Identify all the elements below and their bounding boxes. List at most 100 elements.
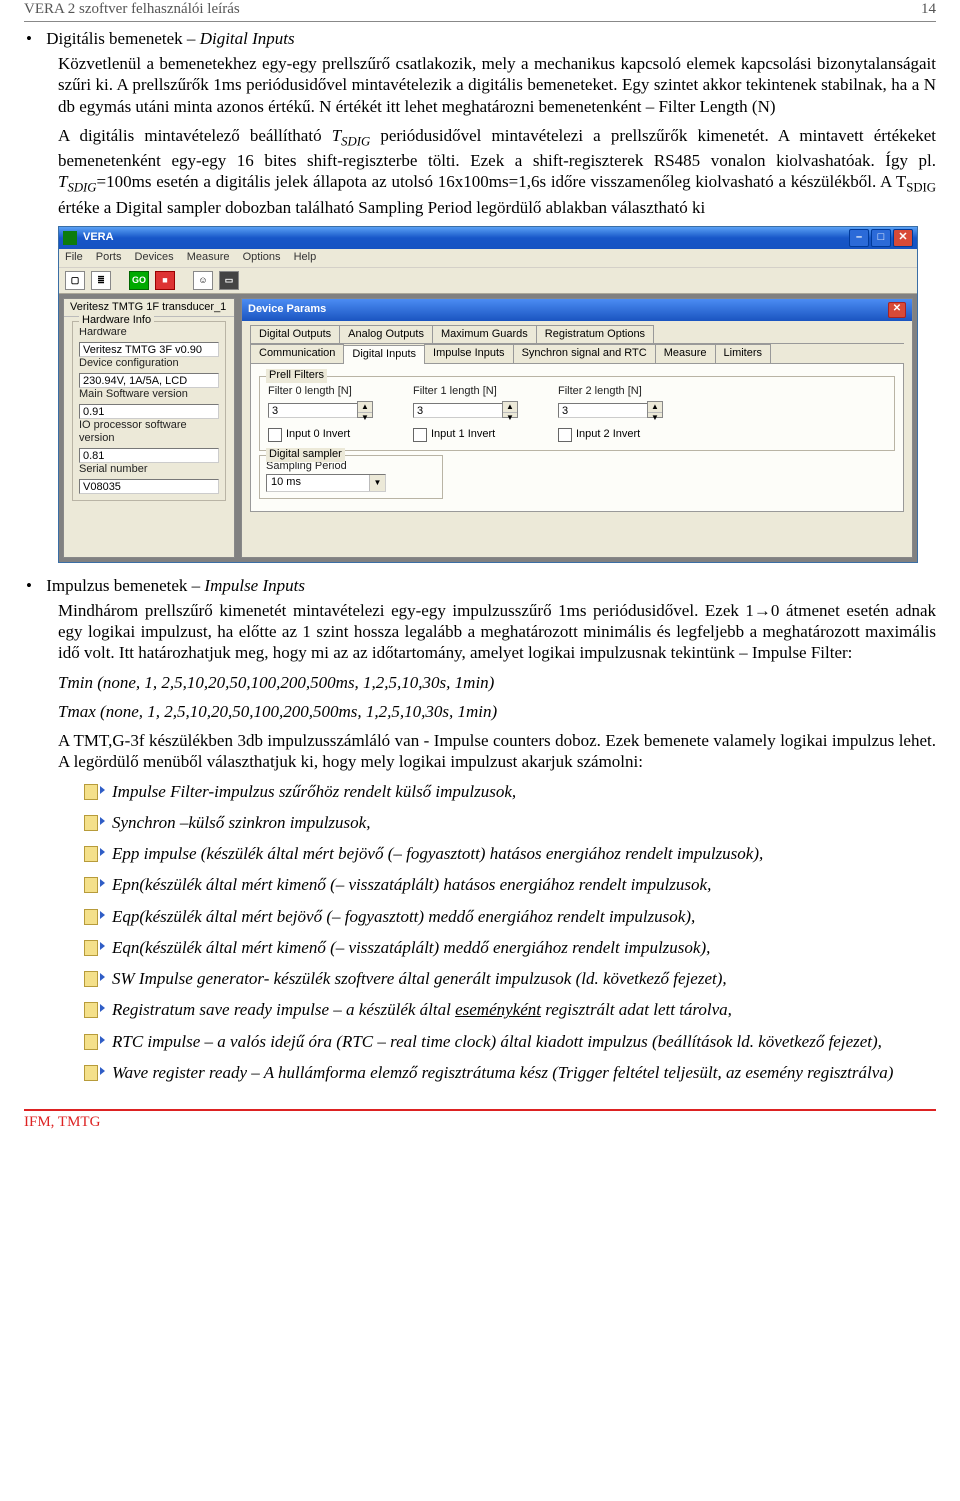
spinner-buttons[interactable]: ▲▼ — [647, 401, 663, 418]
checkbox-label: Input 1 Invert — [431, 428, 495, 442]
list-item: Wave register ready – A hullámforma elem… — [84, 1062, 936, 1083]
list-text: Registratum save ready impulse – a készü… — [112, 999, 732, 1020]
list-item: SW Impulse generator- készülék szoftvere… — [84, 968, 936, 989]
filter-2: Filter 2 length [N] 3 ▲▼ Input 2 Invert — [558, 385, 663, 442]
filter1-value[interactable]: 3 — [413, 403, 503, 418]
arrow-doc-icon — [84, 815, 102, 829]
para-tmin: Tmin (none, 1, 2,5,10,20,50,100,200,500m… — [58, 672, 936, 693]
text: értéke a Digital sampler dobozban találh… — [58, 198, 705, 217]
bullet-title-italic: Impulse Inputs — [204, 576, 305, 595]
app-icon — [63, 231, 77, 245]
para-impulse-1: Mindhárom prellszűrő kimenetét mintavéte… — [58, 600, 936, 664]
tab-limiters[interactable]: Limiters — [715, 344, 772, 363]
filter1-spinner[interactable]: 3 ▲▼ — [413, 401, 518, 418]
tabrow-2: Communication Digital Inputs Impulse Inp… — [250, 344, 904, 364]
list-item: Eqn(készülék által mért kimenő (– vissza… — [84, 937, 936, 958]
underlined: eseményként — [455, 1000, 541, 1019]
text: =100ms esetén a digitális jelek állapota… — [97, 172, 907, 191]
tab-digital-inputs[interactable]: Digital Inputs — [343, 345, 425, 364]
tool-users-icon[interactable]: ☺ — [193, 271, 213, 290]
sampling-period-dropdown[interactable]: 10 ms ▼ — [266, 474, 386, 492]
arrow-doc-icon — [84, 784, 102, 798]
hardware-info-fieldset: Hardware Info Hardware Veritesz TMTG 3F … — [72, 321, 226, 501]
tool-new-icon[interactable]: ▢ — [65, 271, 85, 290]
page-number: 14 — [921, 0, 936, 19]
menu-help[interactable]: Help — [294, 251, 317, 263]
toolbar: ▢ ≣ GO ■ ☺ ▭ — [59, 267, 917, 294]
tab-maximum-guards[interactable]: Maximum Guards — [432, 325, 537, 344]
page-header: VERA 2 szoftver felhasználói leírás 14 — [24, 0, 936, 22]
arrow-doc-icon — [84, 1065, 102, 1079]
spinner-buttons[interactable]: ▲▼ — [502, 401, 518, 418]
tool-config-icon[interactable]: ≣ — [91, 271, 111, 290]
filter-0: Filter 0 length [N] 3 ▲▼ Input 0 Invert — [268, 385, 373, 442]
tab-impulse-inputs[interactable]: Impulse Inputs — [424, 344, 514, 363]
list-item: Registratum save ready impulse – a készü… — [84, 999, 936, 1020]
tab-synchron-rtc[interactable]: Synchron signal and RTC — [513, 344, 656, 363]
tsdig: T — [332, 126, 341, 145]
vera-app-window: VERA – □ ✕ File Ports Devices Measure Op… — [58, 226, 918, 563]
bullet-title-italic: Digital Inputs — [200, 29, 295, 48]
tab-digital-outputs[interactable]: Digital Outputs — [250, 325, 340, 344]
label-config: Device configuration — [79, 357, 219, 371]
filter2-value[interactable]: 3 — [558, 403, 648, 418]
device-close-button[interactable]: ✕ — [888, 302, 906, 318]
input1-invert-checkbox[interactable]: Input 1 Invert — [413, 428, 518, 442]
tab-communication[interactable]: Communication — [250, 344, 344, 363]
workspace: Veritesz TMTG 1F transducer_1 Hardware I… — [59, 294, 917, 562]
list-item: Impulse Filter-impulzus szűrőhöz rendelt… — [84, 781, 936, 802]
label-hardware: Hardware — [79, 326, 219, 340]
menu-options[interactable]: Options — [243, 251, 281, 263]
tab-registratum-options[interactable]: Registratum Options — [536, 325, 654, 344]
list-item: Epn(készülék által mért kimenő (– vissza… — [84, 874, 936, 895]
digital-sampler-fieldset: Digital sampler Sampling Period 10 ms ▼ — [259, 455, 443, 499]
list-text: Epp impulse (készülék által mért bejövő … — [112, 843, 763, 864]
titlebar: VERA – □ ✕ — [59, 227, 917, 249]
arrow-doc-icon — [84, 846, 102, 860]
spinner-buttons[interactable]: ▲▼ — [357, 401, 373, 418]
bullet-title: Impulzus bemenetek – — [46, 576, 204, 595]
input2-invert-checkbox[interactable]: Input 2 Invert — [558, 428, 663, 442]
close-button[interactable]: ✕ — [893, 229, 913, 247]
device-params-title: Device Params ✕ — [242, 299, 912, 321]
list-item: RTC impulse – a valós idejű óra (RTC – r… — [84, 1031, 936, 1052]
list-text: Eqp(készülék által mért bejövő (– fogyas… — [112, 906, 695, 927]
menu-file[interactable]: File — [65, 251, 83, 263]
legend: Prell Filters — [266, 369, 327, 383]
tsdig-sub: SDIG — [341, 134, 370, 148]
menu-ports[interactable]: Ports — [96, 251, 122, 263]
tsdig-sub: SDIG — [906, 181, 936, 195]
tab-measure[interactable]: Measure — [655, 344, 716, 363]
t: regisztrált adat lett tárolva, — [541, 1000, 732, 1019]
list-text: Wave register ready – A hullámforma elem… — [112, 1062, 893, 1083]
filter0-value[interactable]: 3 — [268, 403, 358, 418]
page-footer: IFM, TMTG — [24, 1109, 936, 1132]
tool-stop-icon[interactable]: ■ — [155, 271, 175, 290]
menu-devices[interactable]: Devices — [135, 251, 174, 263]
filter1-label: Filter 1 length [N] — [413, 385, 518, 399]
tsdig-sub: SDIG — [67, 181, 96, 195]
digital-inputs-tab-content: Prell Filters Filter 0 length [N] 3 ▲▼ I… — [250, 364, 904, 512]
tool-print-icon[interactable]: ▭ — [219, 271, 239, 290]
arrow-doc-icon — [84, 1002, 102, 1016]
menu-measure[interactable]: Measure — [187, 251, 230, 263]
checkbox-icon[interactable] — [268, 428, 282, 442]
title-text: Device Params — [248, 303, 326, 317]
filter2-spinner[interactable]: 3 ▲▼ — [558, 401, 663, 418]
chevron-down-icon[interactable]: ▼ — [369, 475, 385, 491]
arrow-doc-icon — [84, 909, 102, 923]
list-text: Synchron –külső szinkron impulzusok, — [112, 812, 370, 833]
tab-analog-outputs[interactable]: Analog Outputs — [339, 325, 433, 344]
value-msw: 0.91 — [79, 404, 219, 419]
arrow-doc-icon — [84, 971, 102, 985]
tool-go-icon[interactable]: GO — [129, 271, 149, 290]
minimize-button[interactable]: – — [849, 229, 869, 247]
list-text: SW Impulse generator- készülék szoftvere… — [112, 968, 727, 989]
maximize-button[interactable]: □ — [871, 229, 891, 247]
label-msw: Main Software version — [79, 388, 219, 402]
filter0-spinner[interactable]: 3 ▲▼ — [268, 401, 373, 418]
checkbox-icon[interactable] — [558, 428, 572, 442]
input0-invert-checkbox[interactable]: Input 0 Invert — [268, 428, 373, 442]
para-2: A digitális mintavételező beállítható TS… — [58, 125, 936, 218]
checkbox-icon[interactable] — [413, 428, 427, 442]
